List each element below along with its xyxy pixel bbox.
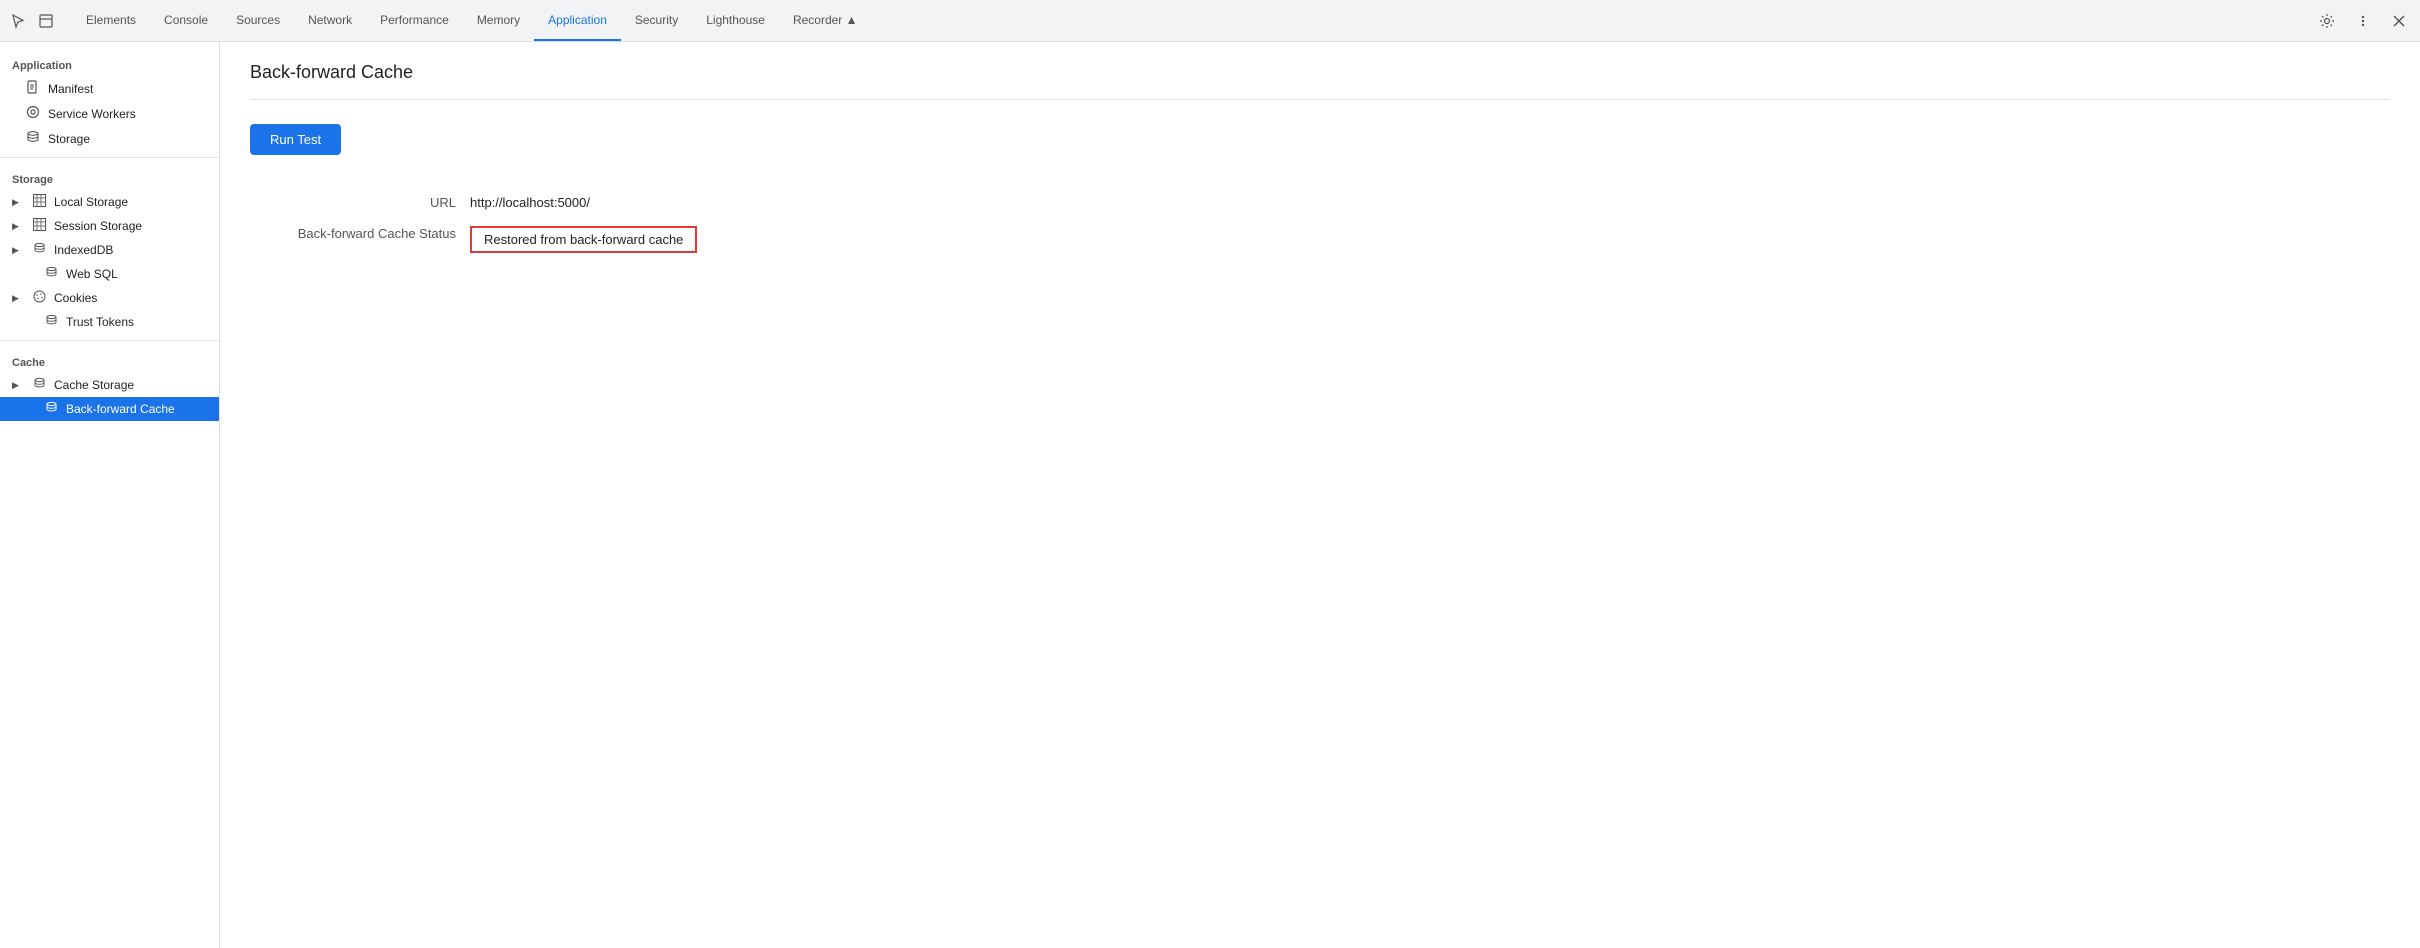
expand-arrow-cookies: ▶ [12,293,24,304]
sidebar-section-cache: Cache [0,347,219,373]
indexeddb-icon [30,242,48,258]
session-storage-icon [30,218,48,234]
sidebar-divider-1 [0,157,219,158]
sidebar-section-storage: Storage [0,164,219,190]
sidebar-item-cache-storage[interactable]: ▶ Cache Storage [0,373,219,397]
session-storage-label: Session Storage [54,219,142,233]
sidebar-item-indexeddb[interactable]: ▶ IndexedDB [0,238,219,262]
devtools-icons [8,11,56,31]
tab-memory[interactable]: Memory [463,0,534,41]
tab-lighthouse[interactable]: Lighthouse [692,0,779,41]
tab-recorder[interactable]: Recorder ▲ [779,0,872,41]
back-forward-cache-icon [42,401,60,417]
cursor-icon[interactable] [8,11,28,31]
storage-icon [24,130,42,147]
tabs-container: Elements Console Sources Network Perform… [72,0,2314,41]
content-area: Back-forward Cache Run Test URL http://l… [220,42,2420,948]
sidebar-divider-2 [0,340,219,341]
dock-icon[interactable] [36,11,56,31]
status-label: Back-forward Cache Status [250,226,470,241]
tab-performance[interactable]: Performance [366,0,463,41]
more-icon[interactable] [2350,8,2376,34]
cache-storage-label: Cache Storage [54,378,134,392]
websql-icon [42,266,60,282]
indexeddb-label: IndexedDB [54,243,113,257]
sidebar-section-application: Application [0,50,219,76]
storage-label: Storage [48,132,90,146]
cache-storage-icon [30,377,48,393]
info-table: URL http://localhost:5000/ Back-forward … [250,195,2390,253]
tab-sources[interactable]: Sources [222,0,294,41]
tab-bar-right [2314,8,2412,34]
sidebar-item-back-forward-cache[interactable]: Back-forward Cache [0,397,219,421]
expand-arrow-indexeddb: ▶ [12,245,24,256]
sidebar-item-manifest[interactable]: Manifest [0,76,219,101]
sidebar: Application Manifest Service Workers Sto… [0,42,220,948]
trust-tokens-icon [42,314,60,330]
run-test-button[interactable]: Run Test [250,124,341,155]
url-row: URL http://localhost:5000/ [250,195,2390,210]
sidebar-item-local-storage[interactable]: ▶ Local Storage [0,190,219,214]
url-value: http://localhost:5000/ [470,195,590,210]
page-title: Back-forward Cache [250,62,2390,83]
websql-label: Web SQL [66,267,118,281]
url-label: URL [250,195,470,210]
expand-arrow-session: ▶ [12,221,24,232]
sidebar-item-cookies[interactable]: ▶ Cookies [0,286,219,310]
cookies-label: Cookies [54,291,97,305]
sidebar-item-session-storage[interactable]: ▶ Session Storage [0,214,219,238]
manifest-label: Manifest [48,82,93,96]
back-forward-cache-label: Back-forward Cache [66,402,175,416]
cookies-icon [30,290,48,306]
tab-application[interactable]: Application [534,0,621,41]
tab-security[interactable]: Security [621,0,692,41]
trust-tokens-label: Trust Tokens [66,315,134,329]
local-storage-label: Local Storage [54,195,128,209]
content-divider [250,99,2390,100]
sidebar-item-trust-tokens[interactable]: Trust Tokens [0,310,219,334]
expand-arrow-cache: ▶ [12,380,24,391]
sidebar-item-websql[interactable]: Web SQL [0,262,219,286]
settings-icon[interactable] [2314,8,2340,34]
service-workers-label: Service Workers [48,107,136,121]
status-row: Back-forward Cache Status Restored from … [250,226,2390,253]
main-layout: Application Manifest Service Workers Sto… [0,42,2420,948]
local-storage-icon [30,194,48,210]
sidebar-item-service-workers[interactable]: Service Workers [0,101,219,126]
close-icon[interactable] [2386,8,2412,34]
tab-bar: Elements Console Sources Network Perform… [0,0,2420,42]
expand-arrow-local: ▶ [12,197,24,208]
tab-network[interactable]: Network [294,0,366,41]
tab-console[interactable]: Console [150,0,222,41]
status-value: Restored from back-forward cache [470,226,697,253]
tab-elements[interactable]: Elements [72,0,150,41]
service-workers-icon [24,105,42,122]
sidebar-item-storage[interactable]: Storage [0,126,219,151]
manifest-icon [24,80,42,97]
